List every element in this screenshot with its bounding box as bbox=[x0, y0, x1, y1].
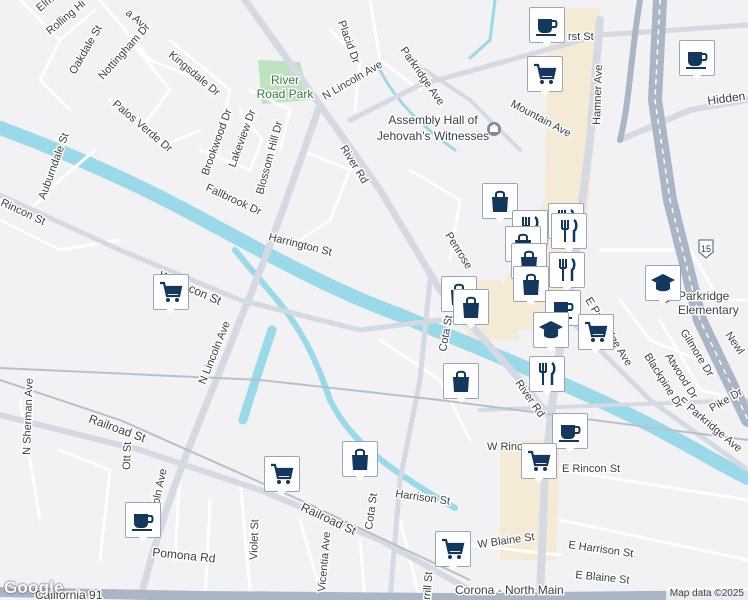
pin-store-6[interactable] bbox=[453, 289, 489, 329]
school-icon bbox=[651, 274, 675, 292]
label-parkridge-ave: Parkridge Ave bbox=[398, 45, 447, 108]
pin-grocery-top[interactable] bbox=[527, 56, 563, 96]
label-fallbrook: Fallbrook Dr bbox=[204, 182, 264, 218]
map-attribution[interactable]: Map data ©2025 bbox=[665, 587, 748, 600]
pin-restaurant-3[interactable] bbox=[551, 213, 587, 253]
map-canvas[interactable]: 15 Elm Rolling Hi a Ave Oakdale St Notti… bbox=[0, 0, 748, 600]
cafe-icon bbox=[686, 52, 708, 69]
label-n-lincoln-top: N Lincoln Ave bbox=[321, 59, 385, 103]
pin-store-cota[interactable] bbox=[443, 363, 479, 403]
shopping-bag-icon bbox=[523, 273, 539, 295]
graduation-cap-icon bbox=[539, 321, 563, 339]
label-assembly-hall-line1: Assembly Hall of bbox=[388, 113, 478, 127]
restaurant-icon bbox=[559, 257, 576, 281]
label-palos-verde: Palos Verde Dr bbox=[110, 98, 175, 155]
label-hamner: Hamner Ave bbox=[591, 64, 605, 125]
label-violet: Violet St bbox=[248, 519, 261, 560]
label-ott: Ott St bbox=[121, 442, 134, 471]
label-harrison: Harrison St bbox=[395, 488, 451, 508]
label-river-road-park-line1: River bbox=[271, 73, 299, 87]
label-river-road-park-line2: Road Park bbox=[257, 87, 315, 101]
pin-school-parkridge[interactable] bbox=[645, 265, 681, 305]
shopping-bag-icon bbox=[453, 370, 469, 392]
shopping-bag-icon bbox=[463, 296, 479, 318]
pin-cafe-1st-st[interactable] bbox=[529, 7, 565, 47]
i15-shield-icon: 15 bbox=[698, 239, 714, 259]
label-kingsdale: Kingsdale Dr bbox=[166, 49, 222, 99]
label-assembly-hall-line2: Jehovah's Witnesses bbox=[377, 129, 489, 143]
pin-cafe-rincon[interactable] bbox=[552, 413, 588, 453]
shopping-bag-icon bbox=[492, 190, 508, 212]
pin-cafe-right[interactable] bbox=[679, 40, 715, 80]
label-e-rincon: E Rincon St bbox=[562, 463, 620, 475]
label-merrill: rrill St bbox=[421, 571, 435, 600]
label-w-rincon-low: W Rinc bbox=[487, 441, 523, 453]
label-parkridge-line1: Parkridge bbox=[678, 289, 730, 303]
svg-text:15: 15 bbox=[701, 244, 711, 254]
label-hidden: Hidden bbox=[706, 89, 746, 108]
cafe-icon bbox=[132, 514, 154, 531]
pin-store-harrison[interactable] bbox=[342, 441, 378, 481]
shopping-cart-icon bbox=[442, 538, 465, 559]
shopping-cart-icon bbox=[271, 463, 294, 484]
label-placid: Placid Dr bbox=[335, 19, 362, 65]
map-base-layer: 15 Elm Rolling Hi a Ave Oakdale St Notti… bbox=[0, 0, 748, 600]
cafe-icon bbox=[536, 19, 558, 36]
pin-store-4[interactable] bbox=[513, 266, 549, 306]
label-penrose: Penrose bbox=[442, 230, 474, 271]
label-e-blaine: E Blaine St bbox=[575, 569, 630, 587]
shopping-bag-icon bbox=[352, 448, 368, 470]
label-newl: Newl bbox=[723, 330, 747, 357]
label-first-st: rst St bbox=[568, 31, 594, 43]
shopping-cart-icon bbox=[160, 281, 183, 302]
cafe-icon bbox=[559, 425, 581, 442]
label-elm: Elm bbox=[34, 0, 56, 14]
label-oakdale: Oakdale St bbox=[67, 23, 105, 76]
label-e-harrison: E Harrison St bbox=[568, 539, 634, 560]
label-blossom-hill: Blossom Hill Dr bbox=[254, 120, 285, 196]
pin-grocery-violet[interactable] bbox=[264, 456, 300, 496]
shopping-cart-icon bbox=[528, 450, 551, 471]
pin-restaurant-4[interactable] bbox=[549, 252, 585, 292]
restaurant-icon bbox=[539, 361, 556, 385]
label-corona-north-main: Corona - North Main bbox=[455, 583, 564, 597]
shopping-cart-icon bbox=[585, 321, 608, 342]
pin-grocery-parkridge[interactable] bbox=[578, 314, 614, 354]
shopping-cart-icon bbox=[534, 63, 557, 84]
pin-cafe-pomona[interactable] bbox=[125, 502, 161, 542]
google-logo[interactable]: Google bbox=[4, 578, 64, 598]
pin-grocery-blaine[interactable] bbox=[435, 531, 471, 571]
label-cota-low: Cota St bbox=[363, 492, 380, 530]
pin-restaurant-river-rd[interactable] bbox=[529, 356, 565, 396]
restaurant-icon bbox=[561, 218, 578, 242]
pin-grocery-rincon[interactable] bbox=[521, 443, 557, 483]
pin-school-mid[interactable] bbox=[533, 312, 569, 352]
pin-grocery-rincon-w[interactable] bbox=[153, 274, 189, 314]
label-n-sherman: N Sherman Ave bbox=[21, 378, 36, 455]
label-parkridge-line2: Elementary bbox=[678, 303, 739, 317]
label-vicentia: Vicentia Ave bbox=[316, 531, 333, 592]
